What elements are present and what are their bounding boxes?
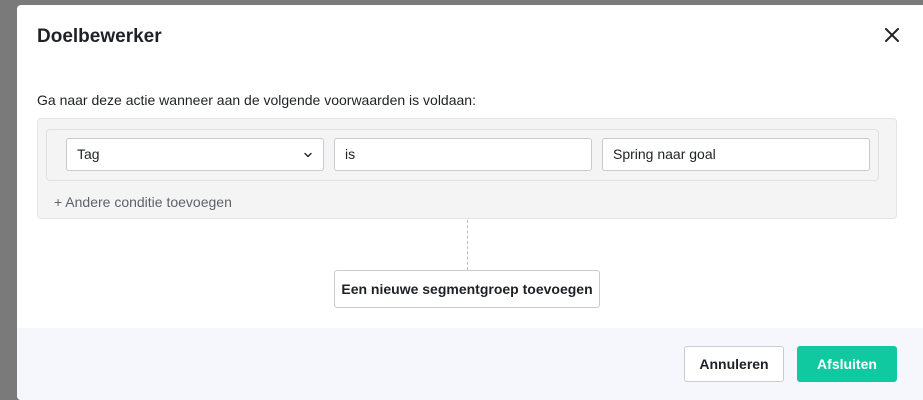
condition-operator-input[interactable]: is (334, 138, 592, 171)
close-icon (885, 27, 899, 47)
goal-editor-modal: Doelbewerker Ga naar deze actie wanneer … (17, 5, 923, 400)
condition-group-panel: Tag is Spring naar goal + Andere conditi… (37, 118, 897, 219)
add-segment-group-button[interactable]: Een nieuwe segmentgroep toevoegen (334, 270, 600, 308)
condition-row: Tag is Spring naar goal (46, 129, 879, 181)
condition-field-value: Tag (77, 146, 100, 162)
modal-title: Doelbewerker (37, 26, 162, 47)
modal-footer: Annuleren Afsluiten (17, 328, 923, 400)
chevron-down-icon (303, 150, 313, 160)
finish-button[interactable]: Afsluiten (797, 346, 897, 382)
group-connector-line (467, 220, 468, 270)
close-button[interactable] (881, 26, 903, 48)
condition-field-select[interactable]: Tag (66, 138, 324, 171)
condition-value-input[interactable]: Spring naar goal (602, 138, 870, 171)
conditions-intro-text: Ga naar deze actie wanneer aan de volgen… (37, 92, 476, 108)
add-condition-link[interactable]: + Andere conditie toevoegen (54, 194, 232, 210)
modal-header: Doelbewerker (17, 5, 923, 67)
cancel-button[interactable]: Annuleren (684, 346, 784, 382)
